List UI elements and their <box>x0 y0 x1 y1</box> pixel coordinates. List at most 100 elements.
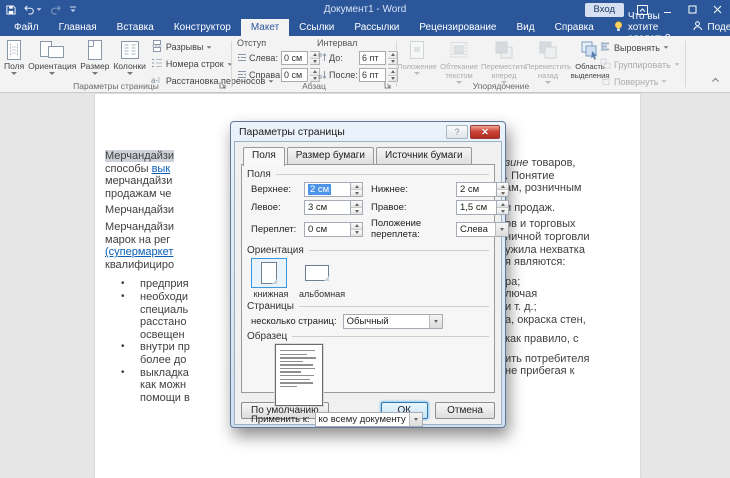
multiple-pages-label: несколько страниц: <box>251 316 337 327</box>
hyperlink[interactable]: (супермаркет <box>105 246 173 258</box>
bring-forward-icon <box>494 38 514 62</box>
tab-design[interactable]: Конструктор <box>164 19 241 36</box>
gutter-input[interactable]: 0 см <box>304 221 351 237</box>
section-header-margins: Поля <box>247 169 489 180</box>
tab-mailings[interactable]: Рассылки <box>344 19 409 36</box>
spacing-before-input[interactable]: 6 пт <box>359 51 386 65</box>
dialog-close-icon[interactable]: ✕ <box>470 125 500 139</box>
tab-insert[interactable]: Вставка <box>107 19 164 36</box>
document-text-left[interactable]: Мерчандайзи способы вык мерчандайзи прод… <box>105 150 235 404</box>
gutter-stepper[interactable] <box>351 221 363 237</box>
sign-in-button[interactable]: Вход <box>584 2 624 17</box>
multiple-pages-dropdown[interactable]: Обычный <box>342 314 443 329</box>
columns-button[interactable]: Колонки <box>111 36 147 75</box>
tab-help[interactable]: Справка <box>545 19 604 36</box>
margin-left-stepper[interactable] <box>351 200 363 215</box>
margins-button[interactable]: Поля <box>2 36 26 75</box>
orientation-landscape-option[interactable]: альбомная <box>299 258 345 299</box>
save-icon[interactable] <box>6 4 16 15</box>
position-button[interactable]: Положение <box>397 36 437 75</box>
tab-view[interactable]: Вид <box>507 19 545 36</box>
tab-review[interactable]: Рецензирование <box>409 19 506 36</box>
tab-file[interactable]: Файл <box>4 19 49 36</box>
spacing-header: Интервал <box>317 38 358 48</box>
spacing-after-icon <box>317 70 327 81</box>
indent-column: Отступ Слева: 0 см Справа: 0 см <box>237 38 320 85</box>
margin-right-input[interactable]: 1,5 см <box>456 200 497 215</box>
ribbon-tab-row: Файл Главная Вставка Конструктор Макет С… <box>0 11 730 44</box>
orientation-options: книжная альбомная <box>247 258 489 299</box>
dialog-help-icon[interactable]: ? <box>446 125 468 139</box>
group-button[interactable]: Группировать <box>600 58 680 71</box>
spacing-after-input[interactable]: 6 пт <box>359 68 386 82</box>
doc-line: как можн <box>140 379 187 392</box>
margin-top-input[interactable]: 2 см <box>304 182 351 197</box>
margin-right-stepper[interactable] <box>497 200 509 215</box>
indent-right-input[interactable]: 0 см <box>281 68 308 82</box>
indent-left-label: Слева: <box>249 53 278 63</box>
margins-icon <box>5 38 23 62</box>
tab-home[interactable]: Главная <box>49 19 107 36</box>
group-page-setup: Поля Ориентация Размер Колонки Разрывы Н… <box>2 36 274 92</box>
spacing-before-label: До: <box>329 53 343 63</box>
page-setup-dialog-launcher[interactable] <box>218 80 228 90</box>
word-window: Документ1 - Word Вход Файл Главная Встав… <box>0 0 730 478</box>
share-button[interactable]: Поделиться <box>680 19 730 36</box>
tab-layout[interactable]: Макет <box>240 19 290 36</box>
apply-to-dropdown[interactable]: ко всему документу <box>314 412 423 427</box>
collapse-ribbon-icon[interactable] <box>710 71 721 89</box>
indent-header: Отступ <box>237 38 267 48</box>
tab-references[interactable]: Ссылки <box>289 19 344 36</box>
wrap-text-button[interactable]: Обтекание текстом <box>436 36 482 84</box>
landscape-page-icon <box>299 258 335 288</box>
dialog-tab-paper-source[interactable]: Источник бумаги <box>376 147 472 164</box>
margin-bottom-input[interactable]: 2 см <box>456 182 497 197</box>
doc-line: квалифициро <box>105 258 175 271</box>
portrait-page-icon <box>251 258 287 288</box>
gutter-position-dropdown[interactable]: Слева <box>456 221 509 237</box>
minimize-button[interactable] <box>660 2 674 17</box>
dialog-tab-paper-size[interactable]: Размер бумаги <box>286 147 374 164</box>
orientation-button[interactable]: Ориентация <box>26 36 78 75</box>
doc-line: ужила нехватка <box>505 243 585 256</box>
indent-left-input[interactable]: 0 см <box>281 51 308 65</box>
doc-line: продажам че <box>105 187 172 200</box>
orientation-icon <box>39 38 65 62</box>
tell-me-box[interactable]: Что вы хотите сделать? <box>604 11 681 44</box>
gutter-label: Переплет: <box>251 223 297 235</box>
ribbon-display-options-icon[interactable] <box>635 2 649 17</box>
send-backward-button[interactable]: Переместить назад <box>525 36 571 84</box>
dialog-tab-margins[interactable]: Поля <box>243 147 285 166</box>
paragraph-dialog-launcher[interactable] <box>383 80 393 90</box>
page-setup-dialog: Параметры страницы ? ✕ Поля Размер бумаг… <box>230 121 509 428</box>
orientation-portrait-option[interactable]: книжная <box>251 258 291 299</box>
dialog-tab-panel: Поля Верхнее: 2 см Нижнее: 2 см Левое: 3… <box>241 164 509 427</box>
size-button[interactable]: Размер <box>78 36 111 75</box>
document-text-right[interactable]: зине товаров, . Понятие ам, розничным и … <box>505 157 620 378</box>
redo-icon[interactable] <box>50 5 61 15</box>
margin-top-stepper[interactable] <box>351 182 363 197</box>
group-label-arrange: Упорядочение <box>472 81 530 91</box>
doc-line: не прибегая к <box>505 365 575 378</box>
maximize-button[interactable] <box>685 2 699 17</box>
margin-left-input[interactable]: 3 см <box>304 200 351 215</box>
align-button[interactable]: Выровнять <box>600 41 680 54</box>
dropdown-arrow-icon <box>49 72 56 75</box>
align-icon <box>600 41 611 54</box>
undo-icon[interactable] <box>24 5 42 15</box>
close-button[interactable] <box>710 2 724 17</box>
doc-line: Мерчандайзи <box>105 204 175 217</box>
doc-line: и т. д.; <box>505 300 537 313</box>
rotate-button[interactable]: Повернуть <box>600 75 680 88</box>
doc-line: Мерчандайзи <box>105 150 175 162</box>
bring-forward-button[interactable]: Переместить вперед <box>481 36 527 84</box>
doc-line: ов и торговых <box>505 218 576 231</box>
doc-line: лючая <box>505 288 538 301</box>
customize-qat-icon[interactable] <box>69 6 77 13</box>
margin-bottom-stepper[interactable] <box>497 182 509 197</box>
hyperlink[interactable]: вык <box>152 163 171 175</box>
doc-line: ить потребителя <box>505 352 590 365</box>
margins-grid: Верхнее: 2 см Нижнее: 2 см Левое: 3 см П… <box>247 182 509 240</box>
doc-line-bullet: внутри пр <box>105 341 235 354</box>
doc-line-bullet: необходи <box>105 291 235 304</box>
